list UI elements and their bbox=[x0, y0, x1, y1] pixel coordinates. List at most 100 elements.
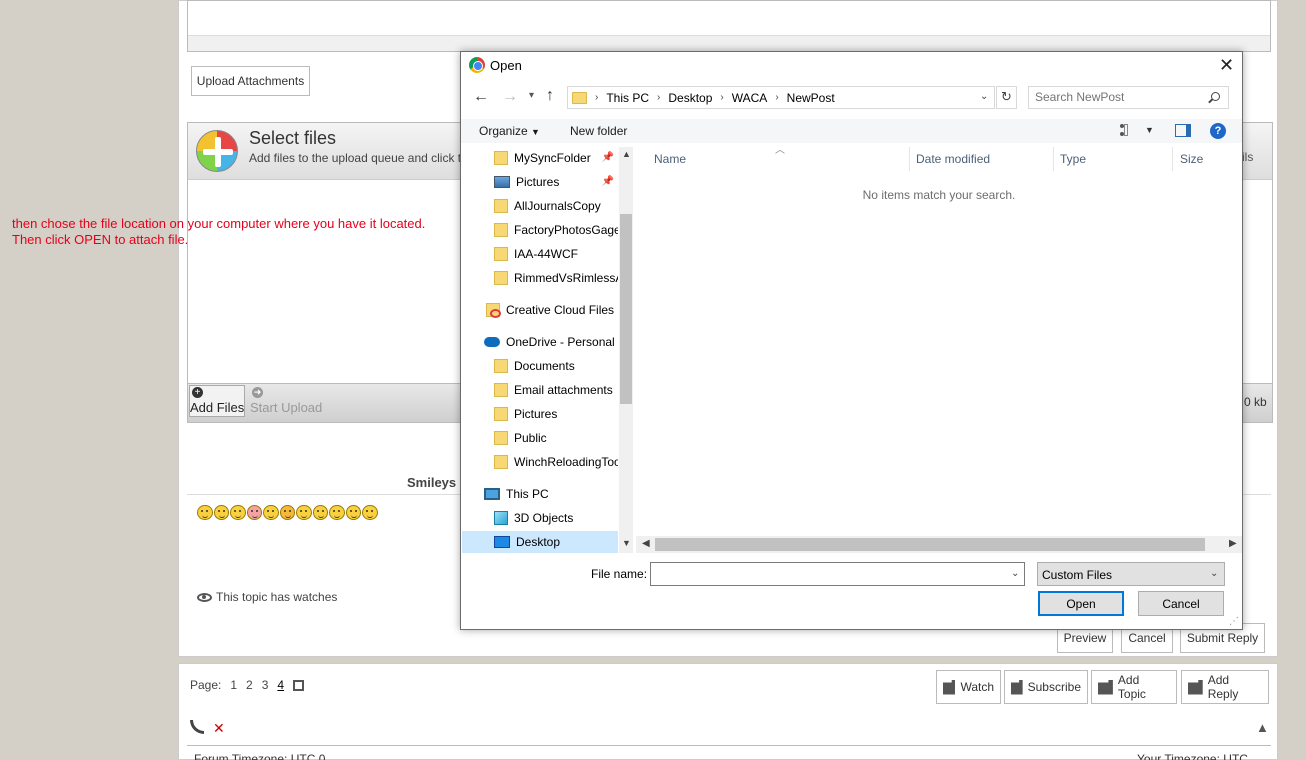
help-icon[interactable]: ? bbox=[1210, 123, 1226, 139]
add-topic-label: Add Topic bbox=[1117, 673, 1146, 701]
smiley-icon[interactable] bbox=[279, 505, 295, 520]
recent-locations-chevron-icon[interactable]: ▾ bbox=[529, 90, 534, 101]
last-page-icon[interactable] bbox=[293, 679, 305, 691]
organize-label: Organize bbox=[479, 124, 528, 138]
tree-item-pictures[interactable]: Pictures bbox=[494, 403, 618, 425]
page-link[interactable]: 1 bbox=[230, 678, 237, 692]
scroll-right-icon[interactable]: ▶ bbox=[1229, 538, 1237, 549]
column-header-type[interactable]: Type bbox=[1054, 147, 1173, 171]
smiley-icon[interactable] bbox=[345, 505, 361, 520]
smiley-icon[interactable] bbox=[213, 505, 229, 520]
forward-arrow-icon[interactable]: → bbox=[502, 88, 518, 106]
forum-timezone: Forum Timezone: UTC 0 bbox=[194, 752, 326, 760]
tree-item-3d-objects[interactable]: 3D Objects bbox=[494, 507, 618, 529]
unsubscribe-x-icon[interactable]: ✕ bbox=[213, 720, 225, 737]
new-folder-button[interactable]: New folder bbox=[570, 124, 627, 138]
resize-grip-icon[interactable]: ⋰ bbox=[1229, 616, 1239, 627]
search-icon bbox=[1211, 92, 1220, 101]
address-bar[interactable]: › This PC › Desktop › WACA › NewPost bbox=[567, 86, 995, 109]
up-arrow-icon[interactable]: ↑ bbox=[546, 87, 554, 105]
address-dropdown-icon[interactable]: ⌄ bbox=[980, 91, 988, 102]
breadcrumb-newpost[interactable]: NewPost bbox=[787, 91, 835, 105]
eye-icon bbox=[197, 592, 212, 602]
navigation-scroll-thumb[interactable] bbox=[620, 214, 632, 404]
tree-item-public[interactable]: Public bbox=[494, 427, 618, 449]
breadcrumb-separator-icon[interactable]: › bbox=[720, 92, 723, 103]
tree-item-mysyncfolder[interactable]: MySyncFolder 📌 bbox=[494, 147, 618, 169]
smiley-icon[interactable] bbox=[263, 505, 279, 520]
navigation-pane[interactable]: MySyncFolder 📌 Pictures 📌 AllJournalsCop… bbox=[462, 147, 618, 553]
chevron-down-icon[interactable]: ▼ bbox=[1145, 125, 1154, 135]
tree-item-creative-cloud[interactable]: Creative Cloud Files bbox=[486, 299, 618, 321]
tree-item-label: IAA-44WCF bbox=[514, 247, 579, 261]
refresh-icon[interactable]: ↻ bbox=[996, 86, 1017, 109]
page-link-current[interactable]: 4 bbox=[277, 678, 284, 692]
scroll-up-icon[interactable]: ▲ bbox=[622, 149, 631, 159]
breadcrumb-separator-icon[interactable]: › bbox=[657, 92, 660, 103]
upload-size-total: 0 kb bbox=[1244, 395, 1267, 409]
close-icon[interactable]: ✕ bbox=[1219, 55, 1234, 76]
folder-icon bbox=[494, 247, 508, 261]
file-name-label: File name: bbox=[591, 567, 648, 581]
breadcrumb-waca[interactable]: WACA bbox=[732, 91, 768, 105]
tree-item-label: Pictures bbox=[514, 407, 558, 421]
column-header-name[interactable]: Name bbox=[648, 147, 910, 171]
smiley-icon[interactable] bbox=[296, 505, 312, 520]
chevron-down-icon[interactable]: ⌄ bbox=[1210, 568, 1218, 579]
chevron-down-icon[interactable]: ⌄ bbox=[1011, 568, 1019, 579]
watch-button[interactable]: Watch bbox=[936, 670, 1001, 704]
chevron-down-icon: ▼ bbox=[531, 127, 540, 137]
upload-attachments-button[interactable]: Upload Attachments bbox=[191, 66, 310, 96]
add-reply-button[interactable]: Add Reply bbox=[1181, 670, 1269, 704]
select-files-subtitle: Add files to the upload queue and click … bbox=[249, 151, 461, 165]
file-name-input[interactable] bbox=[650, 562, 1025, 586]
search-box[interactable] bbox=[1028, 86, 1229, 109]
folder-icon bbox=[494, 431, 508, 445]
page-link[interactable]: 3 bbox=[262, 678, 269, 692]
smiley-icon[interactable] bbox=[329, 505, 345, 520]
column-header-date-modified[interactable]: Date modified bbox=[910, 147, 1054, 171]
desktop-icon bbox=[494, 536, 510, 548]
tree-item-desktop[interactable]: Desktop bbox=[462, 531, 618, 553]
breadcrumb-this-pc[interactable]: This PC bbox=[606, 91, 649, 105]
subscribe-button[interactable]: Subscribe bbox=[1004, 670, 1088, 704]
tree-item-onedrive[interactable]: OneDrive - Personal bbox=[484, 331, 618, 353]
preview-pane-icon[interactable] bbox=[1175, 124, 1191, 137]
view-options-icon[interactable] bbox=[1120, 124, 1136, 136]
add-files-label[interactable]: Add Files bbox=[190, 400, 244, 415]
smiley-icon[interactable] bbox=[312, 505, 328, 520]
start-upload-button[interactable]: Start Upload bbox=[250, 400, 322, 415]
tree-item-iaa-44wcf[interactable]: IAA-44WCF bbox=[494, 243, 618, 265]
tree-item-label: 3D Objects bbox=[514, 511, 574, 525]
cancel-button[interactable]: Cancel bbox=[1138, 591, 1224, 616]
tree-item-rimmedvsrimless[interactable]: RimmedVsRimlessA bbox=[494, 267, 618, 289]
tree-item-factoryphotosgage[interactable]: FactoryPhotosGage bbox=[494, 219, 618, 241]
column-header-size[interactable]: Size bbox=[1174, 147, 1234, 171]
file-type-select[interactable]: Custom Files bbox=[1037, 562, 1225, 586]
open-button[interactable]: Open bbox=[1038, 591, 1124, 616]
tree-item-email-attachments[interactable]: Email attachments bbox=[494, 379, 618, 401]
file-list-scroll-thumb[interactable] bbox=[655, 538, 1205, 551]
smiley-icon[interactable] bbox=[197, 505, 213, 520]
tree-item-alljournalscopy[interactable]: AllJournalsCopy bbox=[494, 195, 618, 217]
folder-icon bbox=[494, 199, 508, 213]
scroll-left-icon[interactable]: ◀ bbox=[642, 538, 650, 549]
tree-item-winchreloading[interactable]: WinchReloadingToo bbox=[494, 451, 618, 473]
tree-item-pictures-pinned[interactable]: Pictures 📌 bbox=[494, 171, 618, 193]
breadcrumb-desktop[interactable]: Desktop bbox=[668, 91, 712, 105]
back-arrow-icon[interactable]: ← bbox=[473, 88, 489, 106]
smiley-icon[interactable] bbox=[246, 505, 262, 520]
add-topic-button[interactable]: Add Topic bbox=[1091, 670, 1177, 704]
scroll-top-icon[interactable]: ▲ bbox=[1256, 720, 1269, 735]
breadcrumb-separator-icon[interactable]: › bbox=[595, 92, 598, 103]
search-input[interactable] bbox=[1035, 90, 1205, 104]
tree-item-documents[interactable]: Documents bbox=[494, 355, 618, 377]
breadcrumb-separator-icon[interactable]: › bbox=[775, 92, 778, 103]
organize-menu[interactable]: Organize ▼ bbox=[479, 124, 540, 138]
smiley-icon[interactable] bbox=[362, 505, 378, 520]
scroll-down-icon[interactable]: ▼ bbox=[622, 538, 631, 548]
smiley-icon[interactable] bbox=[230, 505, 246, 520]
tree-item-this-pc[interactable]: This PC bbox=[484, 483, 618, 505]
page-link[interactable]: 2 bbox=[246, 678, 253, 692]
textarea-scrollbar[interactable] bbox=[188, 35, 1270, 51]
